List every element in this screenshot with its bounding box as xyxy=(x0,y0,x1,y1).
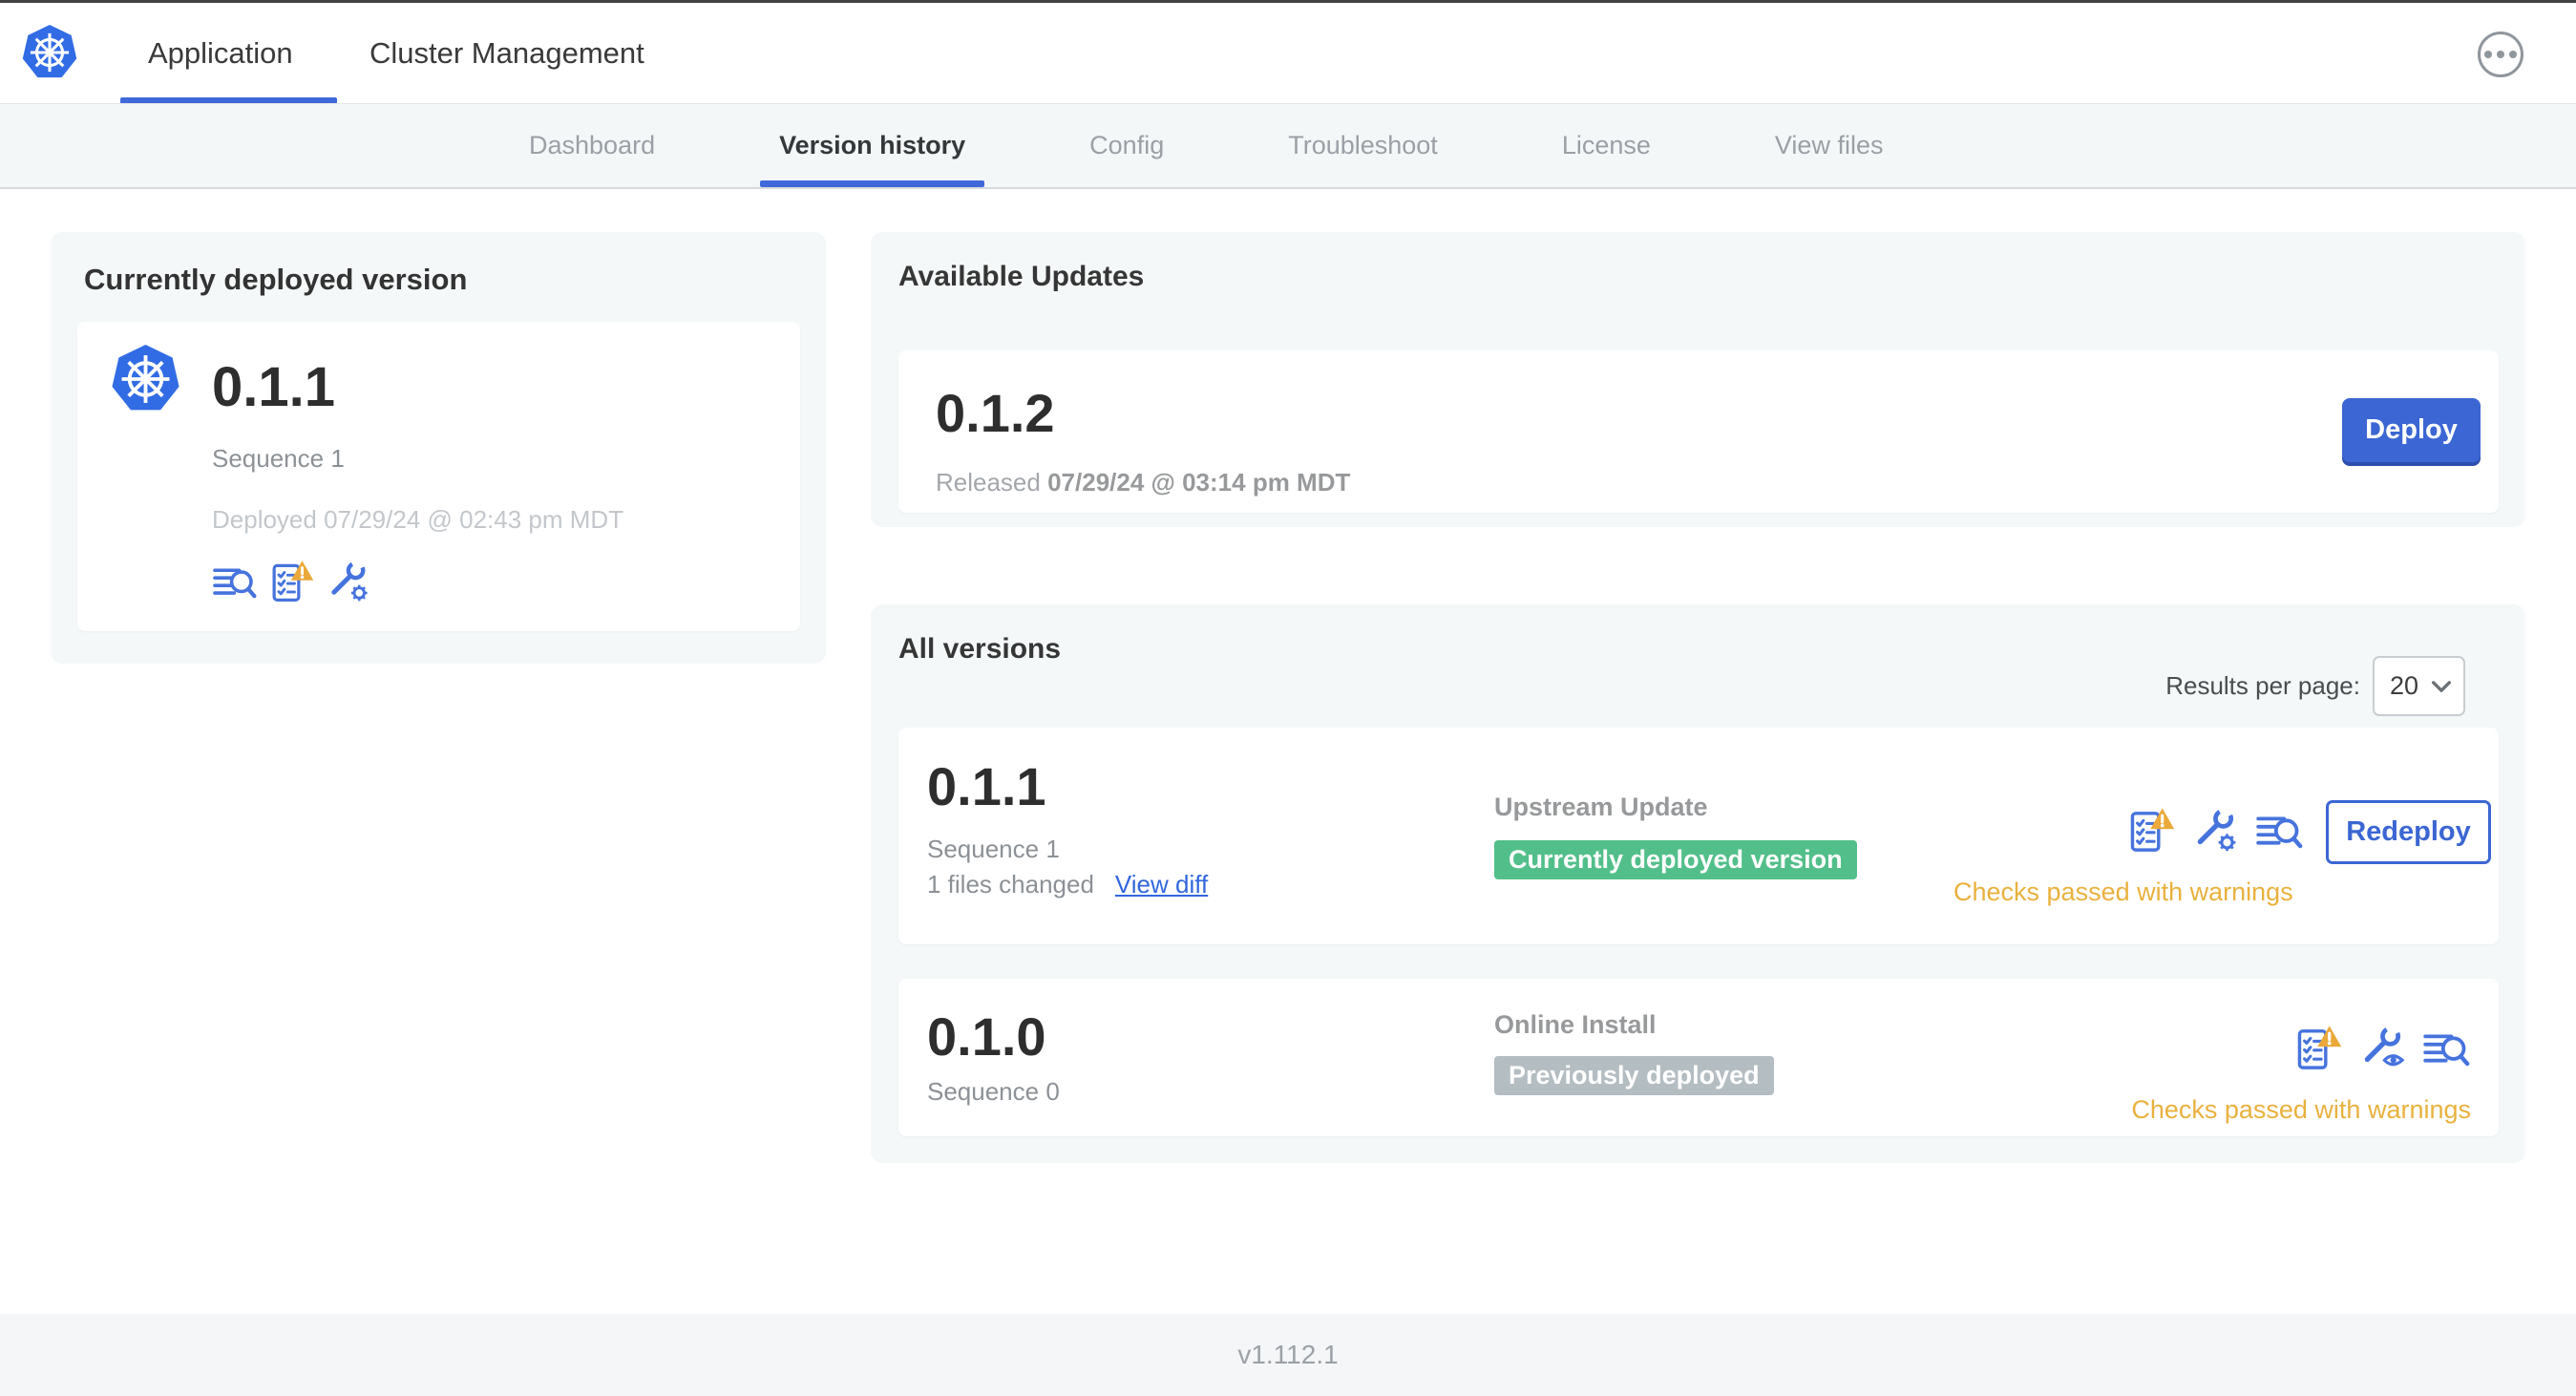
deployed-version-card: 0.1.1 Sequence 1 Deployed 07/29/24 @ 02:… xyxy=(77,322,800,631)
version-history-page: Application Cluster Management Dashboard… xyxy=(0,0,2576,1396)
version-row-0-1-1: 0.1.1 Sequence 1 1 files changed View di… xyxy=(898,728,2499,944)
deploy-logs-icon[interactable] xyxy=(2422,1030,2471,1071)
config-wrench-eye-icon[interactable] xyxy=(2358,1024,2406,1071)
version-source-label: Online Install xyxy=(1494,1010,1657,1039)
all-versions-title: All versions xyxy=(898,633,1062,665)
deploy-logs-icon[interactable] xyxy=(212,564,258,603)
chevron-down-icon xyxy=(2432,680,2451,693)
subnav-dashboard[interactable]: Dashboard xyxy=(529,104,655,187)
deploy-logs-icon[interactable] xyxy=(2255,813,2304,854)
released-date: 07/29/24 @ 03:14 pm MDT xyxy=(1047,468,1351,497)
version-source-label: Upstream Update xyxy=(1494,793,1708,821)
deployed-timestamp: Deployed 07/29/24 @ 02:43 pm MDT xyxy=(212,505,624,534)
redeploy-button[interactable]: Redeploy xyxy=(2326,800,2491,864)
deployed-version-number: 0.1.1 xyxy=(212,356,335,418)
console-version: v1.112.1 xyxy=(1237,1340,1339,1369)
subnav-view-files[interactable]: View files xyxy=(1775,104,1884,187)
row-sequence: Sequence 0 xyxy=(927,1077,1060,1106)
app-header: Application Cluster Management xyxy=(0,3,2576,104)
files-changed-label: 1 files changed xyxy=(927,870,1094,899)
results-per-page-label: Results per page: xyxy=(2165,671,2360,700)
version-row-0-1-0: 0.1.0 Sequence 0 Online Install Previous… xyxy=(898,979,2499,1136)
more-menu-button[interactable] xyxy=(2478,32,2523,77)
row-sequence: Sequence 1 xyxy=(927,835,1060,863)
released-prefix: Released xyxy=(936,468,1041,497)
subnav-license[interactable]: License xyxy=(1562,104,1651,187)
currently-deployed-card: Currently deployed version 0.1.1 Sequenc… xyxy=(51,232,826,664)
ellipsis-icon xyxy=(2484,51,2492,58)
subnav-version-history[interactable]: Version history xyxy=(760,104,985,187)
available-updates-title: Available Updates xyxy=(898,261,1145,292)
results-per-page-value: 20 xyxy=(2390,671,2419,700)
checks-status-text[interactable]: Checks passed with warnings xyxy=(1953,878,2293,907)
deployed-sequence: Sequence 1 xyxy=(212,444,345,473)
kubernetes-logo-icon xyxy=(19,25,80,80)
previously-deployed-badge: Previously deployed xyxy=(1494,1056,1774,1095)
subnav-troubleshoot[interactable]: Troubleshoot xyxy=(1288,104,1438,187)
update-row: 0.1.2 Released 07/29/24 @ 03:14 pm MDT D… xyxy=(898,350,2499,513)
preflight-checks-warning-icon[interactable] xyxy=(269,559,314,603)
update-version-number: 0.1.2 xyxy=(936,383,1055,443)
preflight-checks-warning-icon[interactable] xyxy=(2294,1024,2342,1071)
available-updates-section: Available Updates 0.1.2 Released 07/29/2… xyxy=(871,232,2525,527)
currently-deployed-badge: Currently deployed version xyxy=(1494,840,1857,879)
currently-deployed-title: Currently deployed version xyxy=(84,263,468,296)
subnav-config[interactable]: Config xyxy=(1089,104,1164,187)
kubernetes-app-icon xyxy=(109,345,182,413)
tab-application[interactable]: Application xyxy=(148,3,293,103)
config-wrench-gear-icon[interactable] xyxy=(2191,806,2239,854)
config-wrench-gear-icon[interactable] xyxy=(326,559,370,603)
deploy-button[interactable]: Deploy xyxy=(2342,398,2481,462)
app-subnav: Dashboard Version history Config Trouble… xyxy=(0,103,2576,189)
results-per-page-select[interactable]: 20 xyxy=(2373,656,2465,716)
update-released-line: Released 07/29/24 @ 03:14 pm MDT xyxy=(936,468,1350,497)
checks-status-text[interactable]: Checks passed with warnings xyxy=(2131,1095,2471,1125)
page-footer: v1.112.1 xyxy=(0,1314,2576,1396)
preflight-checks-warning-icon[interactable] xyxy=(2127,806,2175,854)
row-version-number: 0.1.0 xyxy=(927,1006,1046,1067)
view-diff-link[interactable]: View diff xyxy=(1115,870,1208,899)
tab-cluster-management[interactable]: Cluster Management xyxy=(370,3,644,103)
row-version-number: 0.1.1 xyxy=(927,756,1046,816)
all-versions-section: All versions Results per page: 20 0.1.1 … xyxy=(871,604,2525,1163)
